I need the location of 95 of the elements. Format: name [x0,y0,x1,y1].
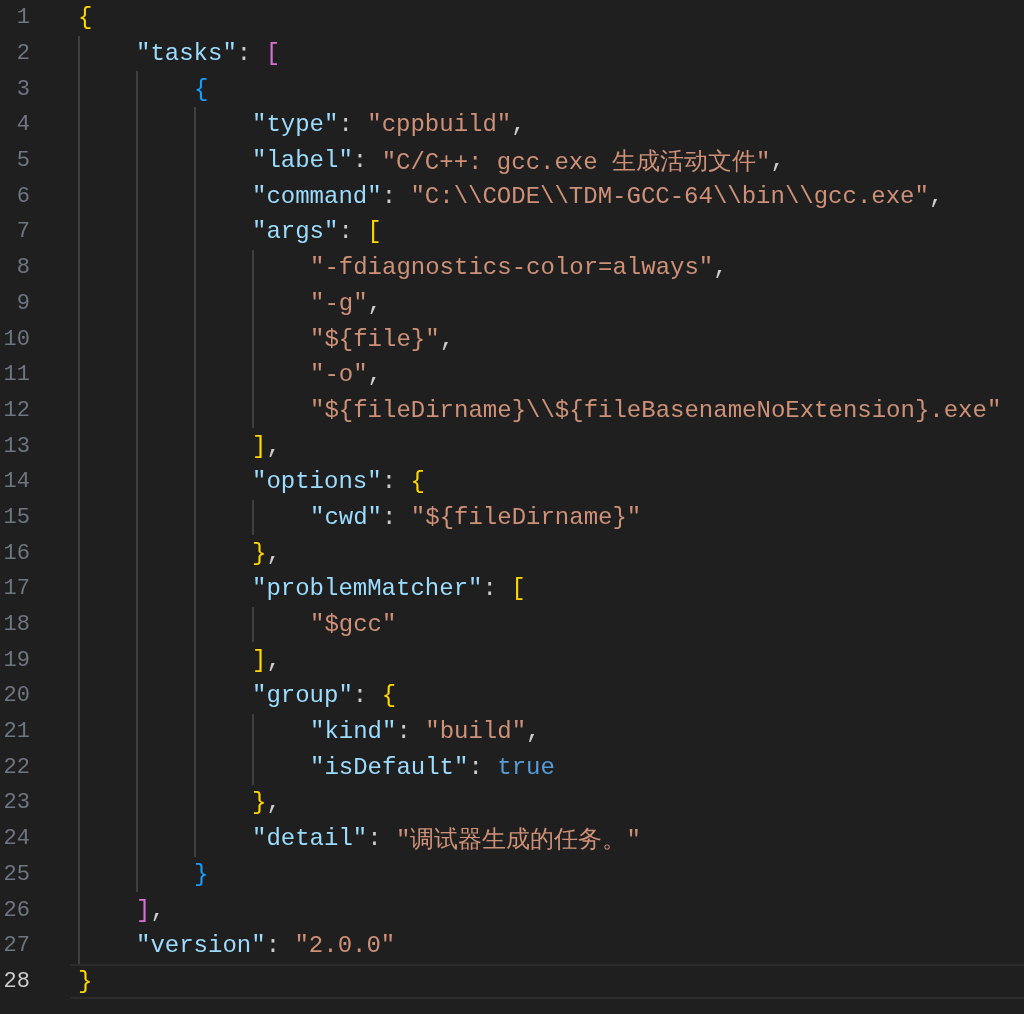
json-string: "${fileDirname}" [410,503,642,531]
line-number: 20 [2,683,30,709]
line-number: 25 [2,861,30,887]
line-number: 21 [2,719,30,745]
punctuation: , [526,718,541,746]
json-string: "cppbuild" [367,111,512,139]
line-number: 22 [2,754,30,780]
line-number: 9 [15,290,30,316]
punctuation: : [381,182,398,210]
bracket: } [252,539,267,567]
line-number: 3 [15,76,30,102]
punctuation: : [468,753,484,781]
json-key: "label" [252,147,353,175]
json-key: "command" [252,182,382,210]
line-number: 27 [2,933,30,959]
bracket: [ [511,575,526,603]
line-number: 26 [2,897,30,923]
json-key: "tasks" [136,40,237,68]
punctuation: : [338,111,354,139]
json-string: "调试器生成的任务。" [396,825,641,855]
punctuation: , [439,325,455,353]
json-key: "group" [252,682,353,710]
keyword: true [497,753,555,781]
bracket: { [381,682,397,710]
punctuation: , [266,432,281,460]
punctuation: : [352,147,369,175]
punctuation: : [352,682,369,710]
punctuation: : [396,718,412,746]
line-number: 6 [15,183,30,209]
punctuation: , [266,646,281,674]
bracket: ] [252,646,267,674]
line-number: 15 [2,504,30,530]
json-string: "C:\\CODE\\TDM-GCC-64\\bin\\gcc.exe" [410,182,929,210]
line-number: 7 [15,219,30,245]
json-string: "build" [425,718,527,746]
bracket: [ [265,40,281,68]
line-number: 10 [2,326,30,352]
bracket: ] [252,432,267,460]
punctuation: , [770,147,785,175]
bracket: } [78,967,93,995]
json-string: "-o" [310,361,368,389]
bracket: [ [367,218,382,246]
punctuation: : [338,218,354,246]
line-number: 14 [2,469,30,495]
json-key: "args" [252,218,339,246]
bracket: } [252,789,267,817]
line-number: 28 [2,968,30,994]
line-number: 2 [15,41,30,67]
line-number: 1 [15,5,30,31]
punctuation: , [150,896,165,924]
json-key: "detail" [252,825,368,853]
punctuation: , [266,539,281,567]
bracket: { [194,75,209,103]
bracket: { [410,468,425,496]
json-string: "2.0.0" [294,932,396,960]
json-key: "isDefault" [310,753,469,781]
punctuation: : [382,503,398,531]
line-number: 18 [2,612,30,638]
line-number: 17 [2,576,30,602]
punctuation: , [511,111,526,139]
json-key: "type" [252,111,339,139]
line-number: 13 [2,433,30,459]
punctuation: , [367,361,382,389]
json-key: "kind" [310,718,397,746]
json-key: "cwd" [310,503,382,531]
bracket: ] [136,896,151,924]
json-string: "$gcc" [310,611,397,639]
bracket: } [194,860,209,888]
punctuation: : [236,40,253,68]
json-string: "${file}" [310,325,440,353]
bracket: { [78,4,93,32]
json-string: "${fileDirname}\\${fileBasenameNoExtension}.exe" [310,396,1002,424]
json-string: "-g" [310,289,368,317]
json-key: "options" [252,468,382,496]
punctuation: , [713,254,728,282]
json-string: "-fdiagnostics-color=always" [310,254,714,282]
line-number: 11 [2,362,30,388]
punctuation: : [482,575,498,603]
json-key: "problemMatcher" [252,575,483,603]
punctuation: : [265,932,282,960]
line-number: 12 [2,397,30,423]
punctuation: , [367,289,382,317]
line-number: 19 [2,647,30,673]
punctuation: , [928,182,944,210]
line-number: 16 [2,540,30,566]
line-number: 4 [15,112,30,138]
line-number: 8 [15,255,30,281]
line-number: 23 [2,790,30,816]
punctuation: : [367,825,383,853]
punctuation: , [266,789,281,817]
json-string: "C/C++: gcc.exe 生成活动文件" [381,147,771,177]
line-number: 5 [15,148,30,174]
json-key: "version" [136,932,266,960]
line-number: 24 [2,826,30,852]
punctuation: : [381,468,398,496]
